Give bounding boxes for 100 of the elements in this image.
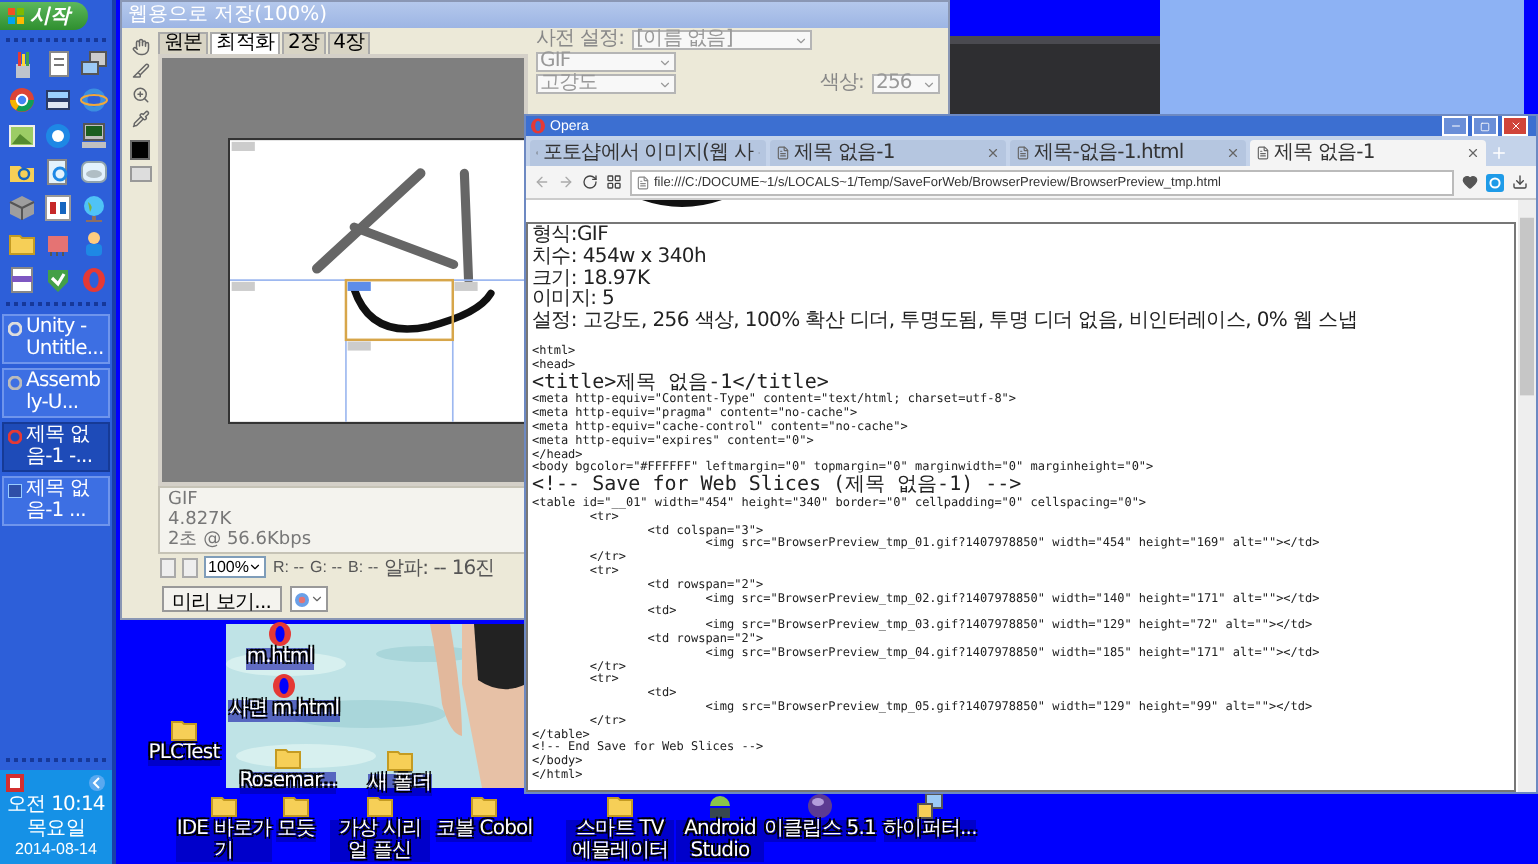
view-tab[interactable]: 원본 — [158, 32, 209, 55]
close-icon[interactable] — [1466, 146, 1480, 160]
view-tab[interactable]: 최적화 — [210, 32, 281, 55]
color-readout: G: -- — [310, 558, 343, 576]
globe-icon — [293, 591, 310, 607]
globe-icon[interactable] — [80, 194, 108, 222]
zoom-select[interactable]: 100% — [204, 556, 267, 578]
page-icon — [1256, 146, 1270, 160]
tray-app-icon[interactable] — [6, 774, 24, 793]
download-icon[interactable] — [1512, 174, 1528, 190]
eyedropper-icon[interactable] — [131, 110, 149, 128]
browser-tab[interactable]: 제목 없음-1 — [1250, 140, 1486, 166]
caret-icon — [309, 592, 324, 606]
maximize-button[interactable] — [1472, 116, 1498, 136]
hand-icon[interactable] — [131, 38, 149, 56]
browser-tab[interactable]: 제목-없음-1.html — [1010, 140, 1246, 166]
check-shield-icon[interactable] — [44, 266, 72, 294]
desktop-icon-label[interactable]: 모듯 — [276, 820, 316, 841]
info-text: 4.827K — [168, 510, 234, 530]
reload-icon[interactable] — [582, 174, 598, 190]
heart-icon[interactable] — [1462, 174, 1478, 190]
desktop-icon-label[interactable]: 스마트 TV 에뮬레이터 — [566, 820, 674, 862]
desktop-icon-label[interactable]: Android Studio — [676, 820, 764, 862]
page-icon — [1016, 146, 1030, 160]
desktop-icon-label[interactable]: IDE 바로가기 — [176, 820, 272, 862]
ring-icon[interactable] — [270, 672, 298, 700]
ring-icon[interactable] — [44, 122, 72, 150]
ring-icon — [8, 430, 22, 444]
browser-tab[interactable]: 제목 없음-1 — [770, 140, 1006, 166]
scrollbar[interactable] — [1518, 200, 1536, 792]
image-info-line: 치수: 454w x 340h — [532, 247, 709, 269]
folder-icon[interactable] — [170, 716, 198, 744]
desktop-icon-label[interactable]: 사면 m.html — [228, 700, 340, 721]
task-button[interactable]: 제목 없음-1 ... — [2, 476, 110, 526]
clock-time: 오전 10:14 — [7, 794, 105, 817]
pinwheel-icon[interactable] — [8, 86, 36, 114]
document-icon[interactable] — [8, 266, 36, 294]
color-readout: B: -- — [348, 558, 379, 576]
clock-day: 목요일 — [27, 818, 85, 841]
preview-button[interactable]: 미리 보기... — [162, 586, 282, 612]
desktop-icon-label[interactable]: 코볼 Cobol — [435, 820, 533, 841]
slice-toggle[interactable] — [129, 166, 151, 182]
person-icon[interactable] — [80, 230, 108, 258]
tile-icon[interactable] — [44, 194, 72, 222]
knife-icon[interactable] — [131, 62, 149, 80]
task-button[interactable]: 제목 없음-1 -... — [2, 422, 110, 472]
browser-tab[interactable]: 포토샵에서 이미지(웹 사 — [530, 140, 766, 166]
document-icon[interactable] — [44, 50, 72, 78]
desktop-icon-label[interactable]: 하이퍼터... — [883, 820, 977, 841]
minus-icon — [1449, 120, 1461, 132]
page-icon — [776, 146, 790, 160]
color-readout: R: -- — [272, 558, 305, 576]
desktop-icon-label[interactable]: Rosemar... — [239, 772, 337, 793]
info-text: GIF — [168, 490, 200, 510]
ring-icon[interactable] — [266, 620, 294, 648]
desktop-icon-label[interactable]: 가상 시리얼 플신 — [330, 820, 430, 862]
view-tab[interactable]: 4장 — [327, 32, 371, 55]
desktop-icon-label[interactable]: 이클립스 5.1 — [764, 820, 876, 841]
image-info-line: 형식:GIF — [532, 226, 611, 247]
close-icon[interactable] — [986, 146, 1000, 160]
grid-icon[interactable] — [606, 174, 622, 190]
cloud-icon[interactable] — [80, 158, 108, 186]
view-tab[interactable]: 2장 — [282, 32, 326, 55]
code-line: <!-- Save for Web Slices (제목 없음-1) --> — [532, 476, 1024, 497]
chip-icon[interactable] — [44, 230, 72, 258]
preset-label: 사전 설정: — [536, 30, 625, 50]
image-info-line: 크기: 18.97K — [532, 269, 652, 290]
flag-icon — [8, 8, 24, 24]
alpha-readout: 알파: -- — [384, 555, 446, 581]
task-button[interactable]: Unity - Untitle... — [2, 314, 110, 364]
image-info-line: 설정: 고강도, 256 색상, 100% 확산 디더, 투명도됨, 투명 디더 없음, 비인터레이스, 0% 웹 스냅 — [532, 312, 1359, 334]
desktop-icon-label[interactable]: PLCTest — [148, 744, 220, 765]
collapse-arrow-icon[interactable] — [88, 774, 106, 793]
colors-label: 색상: — [819, 74, 864, 94]
calculator-icon[interactable] — [44, 86, 72, 114]
sphere-icon[interactable] — [806, 792, 834, 820]
badge-icon[interactable] — [1486, 173, 1504, 191]
close-button[interactable] — [1502, 116, 1528, 136]
page-icon — [636, 175, 650, 189]
network-monitor-icon[interactable] — [80, 50, 108, 78]
clock-date: 2014-08-14 — [15, 842, 97, 860]
minimize-button[interactable] — [1442, 116, 1468, 136]
source-textarea[interactable] — [526, 222, 1516, 792]
close-icon[interactable] — [1226, 146, 1240, 160]
caret-icon — [922, 77, 936, 91]
zoom-icon[interactable] — [131, 86, 149, 104]
computer-icon[interactable] — [80, 122, 108, 150]
window-title: 웹용으로 저장(100%) — [122, 2, 948, 28]
folder-icon[interactable] — [386, 746, 414, 774]
desktop-icon-label[interactable]: m.html — [246, 648, 314, 669]
task-button[interactable]: Assembly-U... — [2, 368, 110, 418]
caret-icon — [794, 33, 809, 47]
hex-readout: 16진 — [451, 555, 495, 581]
robot-icon[interactable] — [706, 792, 734, 820]
cube-icon[interactable] — [8, 194, 36, 222]
color-swatch[interactable] — [130, 140, 150, 160]
document-refresh-icon[interactable] — [44, 158, 72, 186]
square-icon — [1480, 121, 1490, 131]
page-image-drawing — [642, 200, 722, 208]
landscape-icon[interactable] — [8, 122, 36, 150]
